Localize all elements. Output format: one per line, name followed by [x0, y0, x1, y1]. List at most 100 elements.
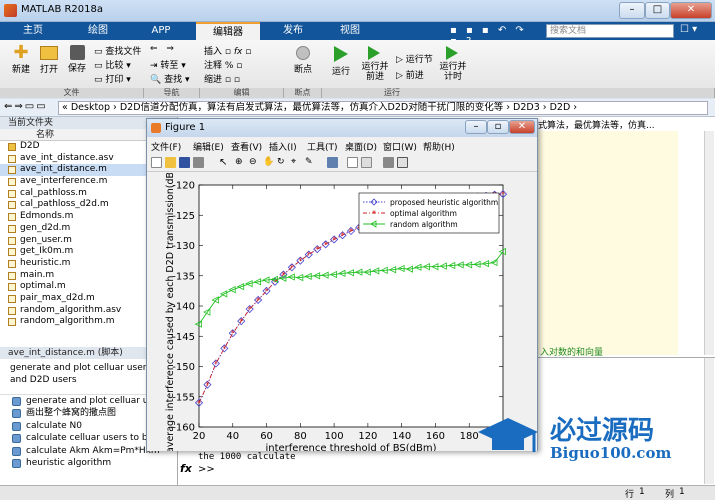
figure-title: Figure 1	[165, 122, 206, 133]
tab-editor[interactable]: 编辑器	[196, 22, 260, 40]
x-tick-label: 60	[260, 431, 273, 442]
find-files-label: 查找文件	[105, 47, 142, 57]
command-output: the 1000 calculate	[198, 452, 296, 462]
open-file-icon[interactable]	[165, 157, 176, 168]
file-name: pair_max_d2d.m	[20, 292, 95, 303]
figure-menu-item[interactable]: 工具(T)	[307, 140, 338, 153]
colorbar-icon[interactable]	[347, 157, 358, 168]
goto-button[interactable]: ⇥ 转至 ▾	[150, 58, 186, 71]
window-title: MATLAB R2018a	[21, 4, 104, 15]
back-forward-icon[interactable]: ⇐⇒▭▭	[4, 101, 48, 112]
figure-menu-item[interactable]: 编辑(E)	[193, 140, 224, 153]
find-button[interactable]: 🔍 查找 ▾	[150, 72, 189, 85]
show-tools-icon[interactable]	[397, 157, 408, 168]
quick-access-toolbar[interactable]: ▪ ▪ ▪ ↶ ↷ ▪ ?	[450, 25, 540, 47]
figure-menu-item[interactable]: 桌面(D)	[345, 140, 377, 153]
section-item[interactable]: heuristic algorithm	[0, 457, 177, 469]
maximize-button[interactable]: □	[645, 2, 670, 19]
rotate-icon[interactable]: ↻	[277, 157, 288, 168]
optimal-point: *	[248, 305, 252, 314]
brush-icon[interactable]: ✎	[305, 157, 316, 168]
tab-apps[interactable]: APP	[136, 22, 186, 40]
figure-menu-item[interactable]: 帮助(H)	[423, 140, 455, 153]
comment-button[interactable]: 注释 % ▫	[204, 58, 242, 71]
section-icon	[12, 458, 21, 468]
link-plot-icon[interactable]	[327, 157, 338, 168]
optimal-point: *	[214, 359, 218, 368]
tab-view[interactable]: 视图	[324, 22, 376, 40]
zoom-in-icon[interactable]: ⊕	[235, 157, 246, 168]
goto-label: 转至	[160, 61, 179, 71]
advance-button[interactable]: ▷ 前进	[396, 68, 424, 81]
pointer-icon[interactable]: ↖	[219, 157, 230, 168]
indent-button[interactable]: 缩进 ▫ ▫	[204, 72, 240, 85]
figure-window[interactable]: Figure 1 – ▫ ✕ 文件(F) 编辑(E) 查看(V) 插入(I) 工具(T)…	[146, 118, 538, 454]
col-value: 1	[679, 487, 685, 497]
folder-icon	[8, 143, 16, 151]
new-label: 新建	[11, 65, 30, 75]
figure-menu-item[interactable]: 插入(I)	[269, 140, 297, 153]
optimal-point: *	[332, 235, 336, 244]
folder-icon	[40, 46, 58, 60]
file-name: cal_pathloss_d2d.m	[20, 199, 109, 210]
figure-minimize-button[interactable]: –	[465, 120, 487, 134]
x-tick-label: 120	[358, 431, 377, 442]
tab-publish[interactable]: 发布	[266, 22, 320, 40]
file-name: main.m	[20, 269, 55, 280]
file-name: random_algorithm.asv	[20, 304, 122, 315]
legend-icon[interactable]	[361, 157, 372, 168]
figure-menu-item[interactable]: 查看(V)	[231, 140, 262, 153]
x-tick-label: 80	[294, 431, 307, 442]
tab-home[interactable]: 主页	[8, 22, 58, 40]
new-figure-icon[interactable]	[151, 157, 162, 168]
save-button[interactable]: 保存	[64, 44, 90, 74]
run-label: 运行	[331, 67, 350, 77]
find-files-button[interactable]: ▭ 查找文件	[94, 44, 141, 57]
breakpoints-button[interactable]: 断点	[288, 44, 318, 75]
file-icon	[8, 259, 16, 268]
hide-tools-icon[interactable]	[383, 157, 394, 168]
zoom-out-icon[interactable]: ⊖	[249, 157, 260, 168]
nav-arrows[interactable]: ⇐ ⇒	[150, 44, 177, 54]
open-button[interactable]: 打开	[36, 44, 62, 75]
tab-plots[interactable]: 绘图	[70, 22, 126, 40]
print-figure-icon[interactable]	[193, 157, 204, 168]
run-and-time-button[interactable]: 运行并 计时	[438, 44, 468, 82]
figure-close-button[interactable]: ✕	[509, 120, 535, 134]
figure-menu-item[interactable]: 文件(F)	[151, 140, 181, 153]
breakpoints-label: 断点	[293, 65, 312, 75]
run-advance-label: 运行并 前进	[361, 62, 389, 82]
figure-menu-bar: 文件(F) 编辑(E) 查看(V) 插入(I) 工具(T) 桌面(D) 窗口(W) 帮助(H)	[147, 138, 537, 153]
file-icon	[8, 271, 16, 280]
path-breadcrumb[interactable]: « Desktop › D2D信道分配仿真，算法有启发式算法，最优算法等，仿真介…	[58, 101, 708, 115]
data-cursor-icon[interactable]: ⌖	[291, 157, 302, 168]
section-icon	[12, 421, 21, 431]
figure-menu-item[interactable]: 窗口(W)	[383, 140, 417, 153]
editor-tab-title[interactable]: 式算法，最优算法等，仿真...	[538, 118, 708, 130]
figure-title-bar[interactable]: Figure 1 – ▫ ✕	[147, 119, 537, 137]
file-icon	[8, 248, 16, 257]
insert-button[interactable]: 插入 ▫ fx ▫	[204, 44, 251, 57]
minimize-button[interactable]: –	[619, 2, 645, 19]
help-icon[interactable]: ☐ ▾	[680, 24, 710, 38]
play-icon	[334, 46, 348, 62]
run-section-button[interactable]: ▷ 运行节	[396, 52, 433, 65]
new-button[interactable]: ✚ 新建	[8, 44, 34, 76]
search-documentation-input[interactable]: 搜索文档	[546, 24, 674, 38]
optimal-point: *	[315, 245, 319, 254]
row-label: 行	[625, 490, 635, 500]
x-tick-label: 40	[226, 431, 239, 442]
run-button[interactable]: 运行	[326, 44, 356, 77]
run-and-advance-button[interactable]: 运行并 前进	[360, 44, 390, 82]
print-button[interactable]: ▭ 打印 ▾	[94, 72, 131, 85]
address-bar[interactable]: ⇐⇒▭▭ « Desktop › D2D信道分配仿真，算法有启发式算法，最优算法…	[0, 99, 715, 117]
pan-icon[interactable]: ✋	[263, 157, 274, 168]
run-advance-icon	[368, 46, 380, 60]
status-bar: 行 1 列 1	[0, 485, 715, 500]
close-button[interactable]: ✕	[670, 2, 712, 19]
save-figure-icon[interactable]	[179, 157, 190, 168]
editor-scrollbar[interactable]	[704, 131, 714, 355]
compare-button[interactable]: ▭ 比较 ▾	[94, 58, 131, 71]
command-prompt[interactable]: >>	[198, 464, 215, 475]
figure-maximize-button[interactable]: ▫	[487, 120, 509, 134]
